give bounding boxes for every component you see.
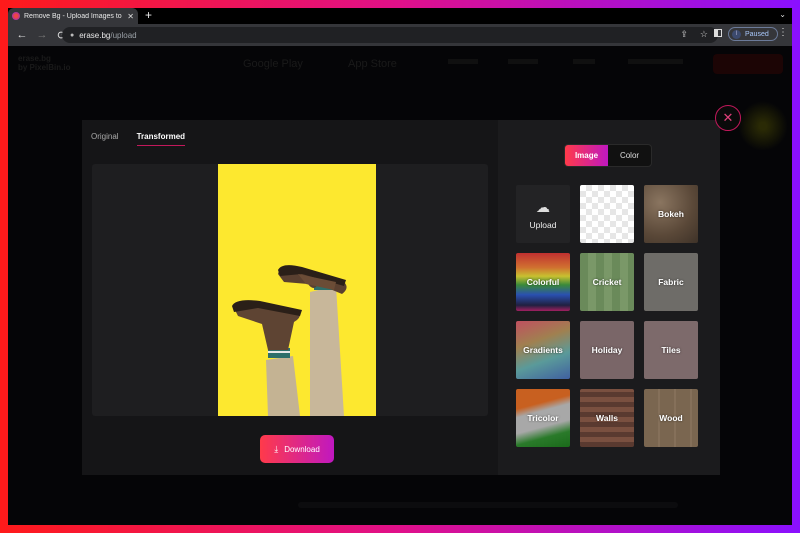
share-icon[interactable]: ⇪: [680, 29, 688, 40]
url-host: erase.bg: [79, 30, 111, 40]
background-cta-button: [713, 54, 783, 74]
view-tabs: Original Transformed: [91, 132, 186, 146]
favicon-icon: [12, 12, 20, 20]
nav-link-placeholder: [508, 59, 538, 64]
tile-label: Fabric: [658, 277, 684, 287]
background-bokeh[interactable]: Bokeh: [644, 185, 698, 243]
google-play-badge: Google Play: [243, 58, 303, 70]
close-modal-button[interactable]: ✕: [715, 105, 741, 131]
nav-link-placeholder: [628, 59, 683, 64]
background-footer-text: [298, 502, 678, 508]
tab-transformed[interactable]: Transformed: [136, 132, 186, 146]
profile-status: Paused: [745, 30, 769, 38]
tab-bar: Remove Bg - Upload Images to ✕ + ⌄: [8, 8, 792, 24]
result-image: [218, 164, 376, 416]
background-tricolor[interactable]: Tricolor: [516, 389, 570, 447]
toggle-color[interactable]: Color: [608, 145, 651, 166]
sock-stripe: [268, 351, 290, 353]
background-transparent[interactable]: [580, 185, 634, 243]
lock-icon[interactable]: ●: [70, 32, 74, 39]
pants-leg: [310, 286, 344, 416]
background-wood[interactable]: Wood: [644, 389, 698, 447]
side-panel-icon[interactable]: [714, 29, 722, 37]
background-tiles[interactable]: Tiles: [644, 321, 698, 379]
background-picker-panel: Image Color ☁ Upload Bokeh Colorful Cric…: [498, 120, 720, 475]
tile-label: Bokeh: [658, 209, 684, 219]
tile-label: Cricket: [592, 277, 622, 287]
background-holiday[interactable]: Holiday: [580, 321, 634, 379]
tab-close-icon[interactable]: ✕: [127, 12, 134, 21]
back-button[interactable]: ←: [12, 29, 32, 41]
preview-panel: Original Transformed ⤓ Download: [82, 120, 498, 475]
tab-original[interactable]: Original: [91, 132, 119, 146]
download-label: Download: [284, 444, 320, 454]
background-decoration: [738, 101, 788, 151]
tile-label: Wood: [659, 413, 683, 423]
background-fabric[interactable]: Fabric: [644, 253, 698, 311]
url-text[interactable]: erase.bg/upload: [79, 31, 136, 40]
logo-line-2: by PixelBin.io: [18, 63, 71, 72]
tab-title: Remove Bg - Upload Images to: [24, 12, 122, 20]
browser-menu-icon[interactable]: ⋮: [778, 27, 788, 38]
tile-label: Colorful: [526, 277, 560, 287]
browser-toolbar: ← → ⟳ ● erase.bg/upload ⇪ ☆: [8, 24, 792, 46]
bookmark-star-icon[interactable]: ☆: [700, 29, 708, 40]
nav-link-placeholder: [573, 59, 595, 64]
background-type-toggle: Image Color: [564, 144, 652, 167]
background-cricket[interactable]: Cricket: [580, 253, 634, 311]
background-walls[interactable]: Walls: [580, 389, 634, 447]
tile-label: Walls: [596, 413, 618, 423]
profile-button[interactable]: I Paused: [728, 27, 778, 41]
background-colorful[interactable]: Colorful: [516, 253, 570, 311]
download-icon: ⤓: [274, 443, 279, 454]
url-path: /upload: [110, 30, 137, 40]
upload-background-button[interactable]: ☁ Upload: [516, 185, 570, 243]
pants-leg: [266, 356, 300, 416]
download-button[interactable]: ⤓ Download: [260, 435, 334, 463]
forward-button[interactable]: →: [32, 29, 52, 41]
address-bar[interactable]: ● erase.bg/upload ⇪ ☆: [62, 27, 718, 43]
close-icon: ✕: [722, 110, 734, 125]
background-gradients[interactable]: Gradients: [516, 321, 570, 379]
toggle-image[interactable]: Image: [565, 145, 608, 166]
app-store-badge: App Store: [348, 58, 397, 70]
site-logo: erase.bg by PixelBin.io: [18, 54, 70, 72]
browser-tab[interactable]: Remove Bg - Upload Images to ✕: [8, 8, 138, 24]
logo-line-1: erase.bg: [18, 54, 51, 63]
new-tab-button[interactable]: +: [145, 8, 152, 24]
upload-label: Upload: [529, 219, 557, 230]
background-grid: ☁ Upload Bokeh Colorful Cricket Fabric G…: [516, 185, 698, 447]
tile-label: Tricolor: [527, 413, 559, 423]
cloud-upload-icon: ☁: [536, 198, 550, 215]
screen-frame: Remove Bg - Upload Images to ✕ + ⌄ ← → ⟳…: [8, 8, 792, 525]
tile-label: Gradients: [523, 345, 563, 355]
tab-search-icon[interactable]: ⌄: [779, 10, 786, 19]
editor-modal: Original Transformed ⤓ Download Image Co…: [82, 120, 720, 475]
nav-link-placeholder: [448, 59, 478, 64]
preview-canvas: [92, 164, 488, 416]
tile-label: Tiles: [661, 345, 681, 355]
avatar: I: [732, 29, 741, 39]
boots-illustration: [232, 265, 347, 416]
tile-label: Holiday: [591, 345, 623, 355]
